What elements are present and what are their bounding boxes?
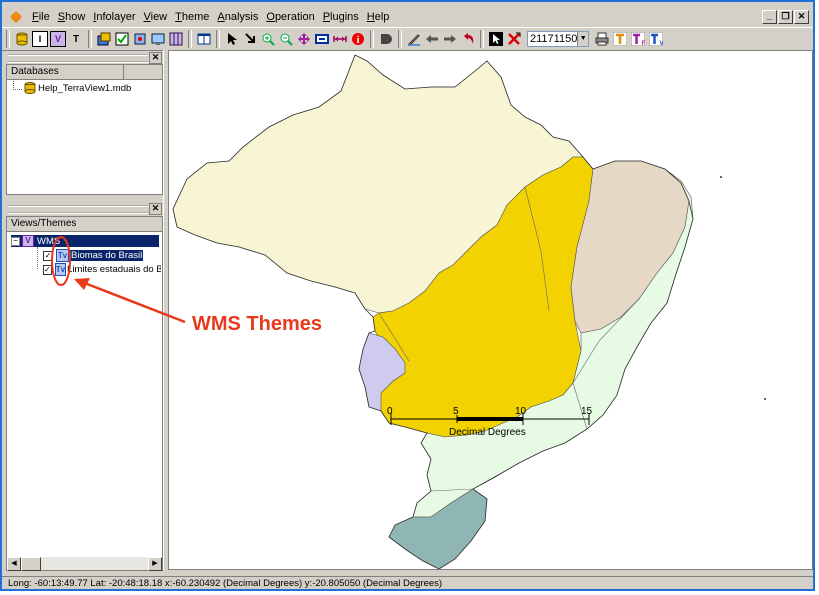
annotation-arrow — [81, 280, 186, 324]
annotation-label: WMS Themes — [192, 313, 323, 335]
annotation-overlay — [51, 236, 186, 324]
annotation-circle — [51, 236, 71, 286]
